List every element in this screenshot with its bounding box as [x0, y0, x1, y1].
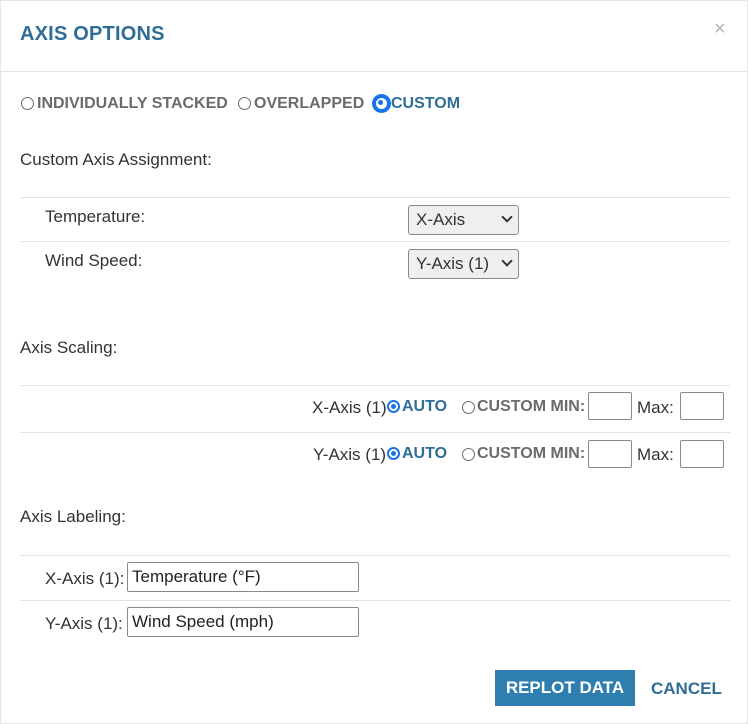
divider	[20, 197, 730, 198]
y-axis-label-input[interactable]: Wind Speed (mph)	[127, 607, 359, 637]
radio-overlapped[interactable]	[238, 97, 251, 110]
axis-options-dialog: AXIS OPTIONS × INDIVIDUALLY STACKED OVER…	[0, 0, 748, 724]
assignment-heading: Custom Axis Assignment:	[20, 150, 212, 169]
scaling-axis-x: X-Axis (1)	[312, 398, 387, 417]
y-axis-custom-radio[interactable]	[462, 448, 475, 461]
y-axis-custom-min-label[interactable]: CUSTOM MIN:	[477, 445, 585, 463]
y-axis-label-caption: Y-Axis (1):	[45, 614, 123, 633]
labeling-heading: Axis Labeling:	[20, 507, 126, 526]
radio-custom[interactable]	[374, 96, 389, 111]
x-axis-min-input[interactable]	[588, 392, 632, 420]
y-axis-auto-radio[interactable]	[387, 447, 400, 460]
x-axis-max-label: Max:	[637, 398, 674, 417]
y-axis-max-input[interactable]	[680, 440, 724, 468]
y-axis-max-label: Max:	[637, 445, 674, 464]
scaling-axis-y: Y-Axis (1)	[313, 445, 387, 464]
temperature-axis-select[interactable]: X-Axis	[408, 205, 519, 235]
divider	[20, 432, 730, 433]
x-axis-max-input[interactable]	[680, 392, 724, 420]
x-axis-label-caption: X-Axis (1):	[45, 569, 125, 588]
divider	[20, 555, 730, 556]
close-icon[interactable]: ×	[714, 19, 726, 39]
radio-label-custom[interactable]: CUSTOM	[391, 95, 460, 113]
wind-speed-axis-value: Y-Axis (1)	[416, 254, 490, 273]
x-axis-label-input[interactable]: Temperature (°F)	[127, 562, 359, 592]
divider	[20, 241, 730, 242]
radio-individually-stacked[interactable]	[21, 97, 34, 110]
chevron-down-icon	[501, 211, 513, 223]
y-axis-min-input[interactable]	[588, 440, 632, 468]
radio-label-individually-stacked[interactable]: INDIVIDUALLY STACKED	[37, 95, 228, 113]
x-axis-auto-label[interactable]: AUTO	[402, 398, 447, 416]
cancel-button[interactable]: CANCEL	[651, 679, 722, 699]
x-axis-custom-radio[interactable]	[462, 401, 475, 414]
dialog-header: AXIS OPTIONS ×	[1, 1, 748, 72]
scaling-heading: Axis Scaling:	[20, 338, 118, 357]
divider	[20, 385, 730, 386]
x-axis-custom-min-label[interactable]: CUSTOM MIN:	[477, 398, 585, 416]
replot-data-button[interactable]: REPLOT DATA	[495, 670, 635, 706]
wind-speed-axis-select[interactable]: Y-Axis (1)	[408, 249, 519, 279]
radio-label-overlapped[interactable]: OVERLAPPED	[254, 95, 364, 113]
divider	[20, 600, 730, 601]
y-axis-auto-label[interactable]: AUTO	[402, 445, 447, 463]
temperature-axis-value: X-Axis	[416, 210, 466, 229]
assignment-label-wind-speed: Wind Speed:	[45, 251, 143, 270]
x-axis-auto-radio[interactable]	[387, 400, 400, 413]
dialog-title: AXIS OPTIONS	[20, 23, 165, 45]
chevron-down-icon	[501, 255, 513, 267]
assignment-label-temperature: Temperature:	[45, 207, 146, 226]
